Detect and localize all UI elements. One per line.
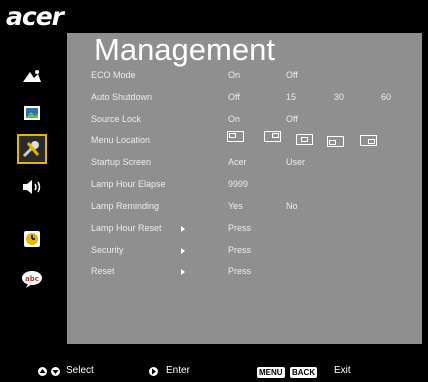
security-label: Security — [91, 245, 124, 255]
auto-shutdown-off-option[interactable]: Off — [228, 92, 240, 102]
auto-shutdown-60-option[interactable]: 60 — [381, 92, 391, 102]
image-icon[interactable] — [17, 98, 47, 128]
footer-select-label: Select — [66, 365, 94, 376]
reset-press-button[interactable]: Press — [228, 266, 251, 276]
eco-mode-off-option[interactable]: Off — [286, 70, 298, 80]
lamp-reminding-yes-option[interactable]: Yes — [228, 201, 243, 211]
auto-shutdown-15-option[interactable]: 15 — [286, 92, 296, 102]
lamp-hour-elapse-value: 9999 — [228, 179, 249, 189]
source-lock-on-option[interactable]: On — [228, 114, 240, 124]
eco-mode-label: ECO Mode — [91, 70, 136, 80]
language-icon[interactable]: abc — [17, 264, 47, 294]
menu-location-center-icon[interactable] — [296, 134, 313, 145]
menu-location-bottom-left-icon[interactable] — [327, 136, 344, 147]
speaker-icon[interactable] — [17, 172, 47, 202]
lamp-hour-reset-arrow-icon — [181, 226, 185, 232]
menu-location-top-left-icon[interactable] — [227, 131, 244, 142]
lamp-reminding-label: Lamp Reminding — [91, 201, 160, 211]
svg-text:abc: abc — [25, 275, 39, 283]
reset-label: Reset — [91, 266, 115, 276]
up-arrow-icon — [38, 367, 47, 376]
menu-location-label: Menu Location — [91, 135, 151, 145]
footer-exit-label: Exit — [334, 365, 351, 376]
wrench-icon[interactable] — [17, 134, 47, 164]
lamp-hour-reset-press-button[interactable]: Press — [228, 223, 251, 233]
timer-icon[interactable] — [17, 224, 47, 254]
startup-screen-user-option[interactable]: User — [286, 157, 305, 167]
eco-mode-on-option[interactable]: On — [228, 70, 240, 80]
back-key-badge: BACK — [290, 367, 318, 378]
auto-shutdown-30-option[interactable]: 30 — [334, 92, 344, 102]
auto-shutdown-label: Auto Shutdown — [91, 92, 153, 102]
source-lock-label: Source Lock — [91, 114, 142, 124]
lamp-hour-elapse-label: Lamp Hour Elapse — [91, 179, 166, 189]
menu-location-top-right-icon[interactable] — [264, 131, 281, 142]
menu-key-badge: MENU — [257, 367, 285, 378]
source-lock-off-option[interactable]: Off — [286, 114, 298, 124]
startup-screen-acer-option[interactable]: Acer — [228, 157, 247, 167]
footer-enter-label: Enter — [166, 365, 190, 376]
startup-screen-label: Startup Screen — [91, 157, 152, 167]
menu-location-bottom-right-icon[interactable] — [360, 135, 377, 146]
security-arrow-icon — [181, 248, 185, 254]
down-arrow-icon — [51, 367, 60, 376]
page-title: Management — [94, 32, 275, 67]
lamp-reminding-no-option[interactable]: No — [286, 201, 298, 211]
lamp-hour-reset-label: Lamp Hour Reset — [91, 223, 162, 233]
security-press-button[interactable]: Press — [228, 245, 251, 255]
reset-arrow-icon — [181, 269, 185, 275]
acer-logo: acer — [6, 2, 64, 31]
picture-icon[interactable] — [17, 62, 47, 92]
right-arrow-icon — [149, 367, 158, 376]
